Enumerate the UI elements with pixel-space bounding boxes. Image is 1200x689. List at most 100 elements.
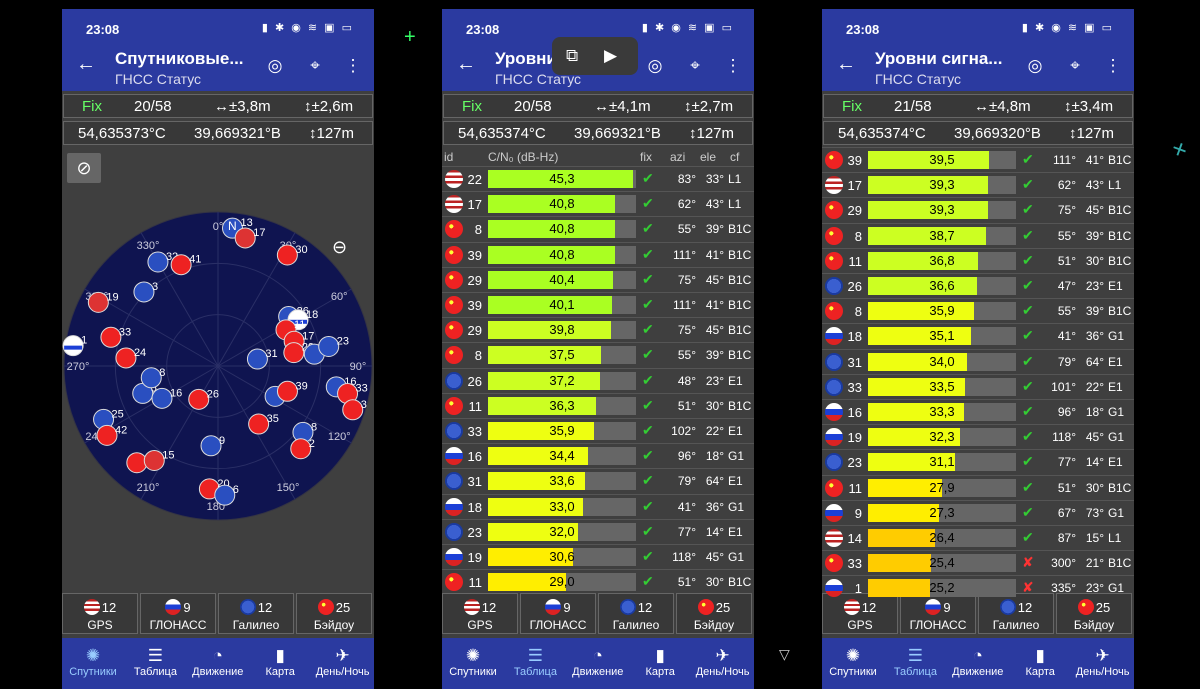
table-row[interactable]: 11 36,3 ✔ 51° 30° B1C [442, 392, 754, 418]
nav-satellites[interactable]: ✺ Спутники [62, 638, 124, 689]
clock: 23:08 [86, 22, 120, 37]
column-header-ele[interactable]: ele [700, 150, 716, 164]
sky-plot[interactable]: 0°30°60°90°120°150°180°210°240°270°300°3… [62, 209, 374, 529]
table-row[interactable]: 9 27,3 ✔ 67° 73° G1 [822, 499, 1134, 525]
nav-motion[interactable]: ◔ Движение [187, 638, 249, 689]
table-row[interactable]: 23 32,0 ✔ 77° 14° E1 [442, 518, 754, 544]
pip-icon[interactable]: ⧉ [566, 46, 578, 66]
table-row[interactable]: 29 40,4 ✔ 75° 45° B1C [442, 266, 754, 292]
satellite-id: 26 [207, 388, 219, 400]
constellation-eu[interactable]: 12 Галилео [218, 593, 294, 634]
nav-day-night[interactable]: ✈ День/Ночь [1072, 638, 1134, 689]
map-pin-icon[interactable]: ⌖ [684, 55, 706, 77]
table-row[interactable]: 26 36,6 ✔ 47° 23° E1 [822, 273, 1134, 298]
locate-icon[interactable]: ◎ [1024, 55, 1046, 77]
satellite-id: 19 [847, 430, 862, 446]
table-row[interactable]: 17 40,8 ✔ 62° 43° L1 [442, 191, 754, 216]
locate-icon[interactable]: ◎ [644, 55, 666, 77]
back-arrow-icon[interactable]: ← [456, 53, 476, 76]
carrier-frequency: L1 [728, 197, 742, 212]
constellation-ru[interactable]: 9 ГЛОНАСС [140, 593, 216, 634]
table-row[interactable]: 33 25,4 ✘ 300° 21° B1C [822, 550, 1134, 575]
table-row[interactable]: 33 33,5 ✔ 101° 22° E1 [822, 373, 1134, 399]
lock-rotation-icon[interactable]: ⊖ [332, 237, 347, 258]
carrier-frequency: B1C [728, 247, 752, 262]
table-row[interactable]: 16 34,4 ✔ 96° 18° G1 [442, 443, 754, 468]
more-menu-icon[interactable]: ⋮ [342, 55, 364, 77]
nav-map[interactable]: ▮ Карта [1009, 638, 1071, 689]
column-header-azi[interactable]: azi [670, 150, 685, 164]
table-row[interactable]: 31 34,0 ✔ 79° 64° E1 [822, 348, 1134, 374]
nav-satellites[interactable]: ✺ Спутники [442, 638, 504, 689]
nav-table[interactable]: ☰ Таблица [504, 638, 566, 689]
table-row[interactable]: 8 37,5 ✔ 55° 39° B1C [442, 342, 754, 367]
satellite-count: 21/58 [894, 98, 932, 115]
constellation-count: 25 [1095, 600, 1111, 615]
column-header-cf[interactable]: cf [730, 150, 739, 164]
nav-table[interactable]: ☰ Таблица [884, 638, 946, 689]
table-row[interactable]: 39 40,1 ✔ 111° 41° B1C [442, 292, 754, 317]
table-row[interactable]: 29 39,3 ✔ 75° 45° B1C [822, 197, 1134, 222]
nav-satellites[interactable]: ✺ Спутники [822, 638, 884, 689]
nav-map[interactable]: ▮ Карта [629, 638, 691, 689]
locate-icon[interactable]: ◎ [264, 55, 286, 77]
table-row[interactable]: 8 35,9 ✔ 55° 39° B1C [822, 298, 1134, 323]
table-row[interactable]: 18 35,1 ✔ 41° 36° G1 [822, 323, 1134, 348]
table-row[interactable]: 1 25,2 ✘ 335° 23° G1 [822, 575, 1134, 600]
constellation-us[interactable]: 12 GPS [62, 593, 138, 634]
table-row[interactable]: 8 40,8 ✔ 55° 39° B1C [442, 216, 754, 241]
table-row[interactable]: 11 27,9 ✔ 51° 30° B1C [822, 474, 1134, 500]
table-row[interactable]: 19 30,6 ✔ 118° 45° G1 [442, 544, 754, 569]
table-row[interactable]: 17 39,3 ✔ 62° 43° L1 [822, 172, 1134, 197]
cn0-bar: 39,3 [868, 176, 1016, 195]
map-pin-icon[interactable]: ⌖ [304, 55, 326, 77]
nav-motion[interactable]: ◔ Движение [947, 638, 1009, 689]
back-arrow-icon[interactable]: ← [836, 53, 856, 76]
map-pin-icon[interactable]: ⌖ [1064, 55, 1086, 77]
table-row[interactable]: 19 32,3 ✔ 118° 45° G1 [822, 424, 1134, 449]
fix-used-icon: ✘ [1022, 554, 1034, 571]
constellation-us[interactable]: 12 GPS [442, 593, 518, 634]
nav-day-night[interactable]: ✈ День/Ночь [312, 638, 374, 689]
elevation: 36° [705, 499, 724, 514]
compass-icon[interactable]: ⊘ [67, 153, 101, 183]
column-header-fix[interactable]: fix [640, 150, 652, 164]
motion-icon: ◔ [212, 646, 223, 665]
table-row[interactable]: 23 31,1 ✔ 77° 14° E1 [822, 449, 1134, 474]
column-header-cn0[interactable]: C/N₀ (dB-Hz) [488, 150, 558, 164]
constellation-eu[interactable]: 12 Галилео [598, 593, 674, 634]
video-effects-icon[interactable]: ▶ [604, 46, 617, 66]
nav-day-night[interactable]: ✈ День/Ночь [692, 638, 754, 689]
constellation-name: ГЛОНАСС [909, 618, 967, 632]
table-row[interactable]: 39 40,8 ✔ 111° 41° B1C [442, 241, 754, 267]
table-row[interactable]: 29 39,8 ✔ 75° 45° B1C [442, 317, 754, 342]
table-row[interactable]: 11 36,8 ✔ 51° 30° B1C [822, 247, 1134, 273]
table-row[interactable]: 14 26,4 ✔ 87° 15° L1 [822, 525, 1134, 550]
satellite-id: 42 [115, 424, 127, 436]
table-row[interactable]: 16 33,3 ✔ 96° 18° G1 [822, 399, 1134, 424]
nav-table[interactable]: ☰ Таблица [124, 638, 186, 689]
nav-motion[interactable]: ◔ Движение [567, 638, 629, 689]
column-header-id[interactable]: id [444, 150, 453, 164]
table-row[interactable]: 8 38,7 ✔ 55° 39° B1C [822, 222, 1134, 248]
table-row[interactable]: 26 37,2 ✔ 48° 23° E1 [442, 367, 754, 393]
elevation: 45° [1085, 430, 1104, 445]
cn0-value: 34,0 [929, 353, 955, 369]
carrier-frequency: G1 [1108, 430, 1125, 445]
table-row[interactable]: 39 39,5 ✔ 111° 41° B1C [822, 147, 1134, 172]
constellation-cn[interactable]: 25 Бэйдоу [296, 593, 372, 634]
table-row[interactable]: 11 29,0 ✔ 51° 30° B1C [442, 569, 754, 594]
constellation-cn[interactable]: 25 Бэйдоу [676, 593, 752, 634]
satellite-id: 18 [467, 499, 482, 515]
back-arrow-icon[interactable]: ← [76, 53, 96, 76]
table-row[interactable]: 33 35,9 ✔ 102° 22° E1 [442, 418, 754, 443]
table-row[interactable]: 22 45,3 ✔ 83° 33° L1 [442, 166, 754, 191]
more-menu-icon[interactable]: ⋮ [1102, 55, 1124, 77]
more-menu-icon[interactable]: ⋮ [722, 55, 744, 77]
elevation: 39° [705, 222, 724, 237]
table-row[interactable]: 31 33,6 ✔ 79° 64° E1 [442, 468, 754, 493]
table-row[interactable]: 18 33,0 ✔ 41° 36° G1 [442, 493, 754, 519]
carrier-frequency: G1 [1108, 329, 1125, 344]
constellation-ru[interactable]: 9 ГЛОНАСС [520, 593, 596, 634]
nav-map[interactable]: ▮ Карта [249, 638, 311, 689]
